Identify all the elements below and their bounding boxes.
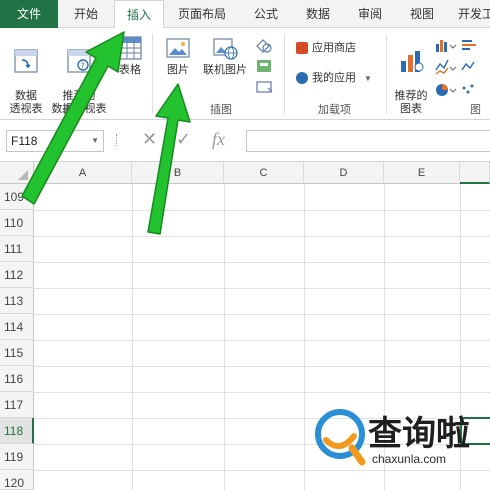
gridline: [34, 236, 490, 237]
row-header[interactable]: 119: [0, 444, 34, 470]
tab-review[interactable]: 审阅: [344, 0, 396, 28]
gridline: [34, 392, 490, 393]
shapes-smartart-screenshot-icons[interactable]: [254, 36, 276, 100]
online-picture-button[interactable]: 联机图片: [198, 34, 252, 77]
column-header-e[interactable]: E: [384, 162, 460, 184]
gridline: [34, 288, 490, 289]
tab-insert[interactable]: 插入: [114, 0, 164, 29]
watermark: 查询啦 chaxunla.com: [312, 404, 490, 474]
group-separator: [152, 34, 153, 114]
pivot-table-label: 数据 透视表: [9, 90, 43, 115]
select-all-corner[interactable]: [0, 162, 34, 184]
formula-bar-grip[interactable]: [116, 134, 118, 146]
row-header[interactable]: 117: [0, 392, 34, 418]
gridline: [304, 184, 305, 490]
online-picture-label: 联机图片: [203, 64, 247, 76]
app-store-button[interactable]: 应用商店: [296, 40, 356, 56]
group-separator: [386, 34, 387, 114]
row-header[interactable]: 110: [0, 210, 34, 236]
picture-label: 图片: [167, 64, 189, 76]
watermark-url: chaxunla.com: [372, 452, 447, 466]
insert-function-icon[interactable]: fx: [212, 129, 225, 150]
gridline: [34, 210, 490, 211]
column-header-d[interactable]: D: [304, 162, 384, 184]
row-header-selected[interactable]: 118: [0, 418, 34, 444]
tab-home[interactable]: 开始: [58, 0, 114, 28]
ribbon-insert: 数据 透视表 ? 推荐的 数据透视表 表格 表格 图片 联机图片 插图 应用商店…: [0, 28, 490, 132]
gridline: [132, 184, 133, 490]
picture-button[interactable]: 图片: [160, 34, 196, 77]
gridline: [34, 366, 490, 367]
table-icon: [118, 36, 142, 60]
chevron-down-icon[interactable]: ▼: [91, 131, 99, 151]
pivot-table-button[interactable]: 数据 透视表: [4, 34, 48, 116]
my-apps-label: 我的应用: [312, 72, 356, 84]
group-label-tables: 表格: [62, 104, 84, 116]
column-header-c[interactable]: C: [224, 162, 304, 184]
row-header[interactable]: 114: [0, 314, 34, 340]
group-label-addins: 加载项: [318, 104, 351, 116]
chart-type-icons[interactable]: [434, 36, 490, 100]
gridline: [34, 340, 490, 341]
pivot-table-icon: [14, 49, 38, 73]
tab-view[interactable]: 视图: [396, 0, 448, 28]
my-apps-button[interactable]: 我的应用 ▼: [296, 70, 372, 87]
name-box[interactable]: F118 ▼: [6, 130, 104, 152]
enter-icon[interactable]: ✓: [176, 129, 191, 150]
column-header-f[interactable]: [460, 162, 490, 184]
ribbon-tab-bar: 文件 开始 插入 页面布局 公式 数据 审阅 视图 开发工: [0, 0, 490, 29]
svg-text:?: ?: [81, 62, 85, 71]
recommended-charts-button[interactable]: 推荐的 图表: [390, 34, 432, 116]
group-separator: [284, 34, 285, 114]
formula-input[interactable]: [246, 130, 490, 152]
column-header-b[interactable]: B: [132, 162, 224, 184]
name-box-value: F118: [11, 134, 38, 148]
row-header[interactable]: 115: [0, 340, 34, 366]
online-picture-icon: [213, 38, 238, 60]
cancel-icon[interactable]: ✕: [142, 129, 157, 150]
formula-bar: F118 ▼ ✕ ✓ fx: [0, 120, 490, 162]
row-header[interactable]: 113: [0, 288, 34, 314]
tab-page-layout[interactable]: 页面布局: [164, 0, 240, 28]
watermark-logo-icon: [315, 409, 366, 466]
row-header[interactable]: 116: [0, 366, 34, 392]
row-header[interactable]: 109: [0, 184, 34, 210]
gridline: [34, 314, 490, 315]
my-apps-icon: [296, 72, 308, 85]
recommended-charts-icon: [401, 51, 424, 72]
table-button[interactable]: 表格: [112, 34, 148, 77]
tab-formulas[interactable]: 公式: [240, 0, 292, 28]
table-label: 表格: [119, 64, 141, 76]
watermark-text: 查询啦: [368, 414, 470, 454]
group-label-illustrations: 插图: [210, 104, 232, 116]
tab-data[interactable]: 数据: [292, 0, 344, 28]
row-header[interactable]: 111: [0, 236, 34, 262]
tab-developer[interactable]: 开发工: [448, 0, 490, 28]
gridline: [224, 184, 225, 490]
gridline: [34, 262, 490, 263]
row-header[interactable]: 112: [0, 262, 34, 288]
recommended-charts-label: 推荐的 图表: [394, 90, 428, 115]
column-header-a[interactable]: A: [34, 162, 132, 184]
app-store-label: 应用商店: [312, 42, 356, 54]
row-header[interactable]: 120: [0, 470, 34, 490]
chevron-down-icon: ▼: [364, 74, 372, 83]
tab-file[interactable]: 文件: [0, 0, 58, 28]
store-icon: [296, 42, 308, 55]
picture-icon: [166, 38, 190, 58]
recommended-pivot-icon: ?: [67, 49, 91, 73]
